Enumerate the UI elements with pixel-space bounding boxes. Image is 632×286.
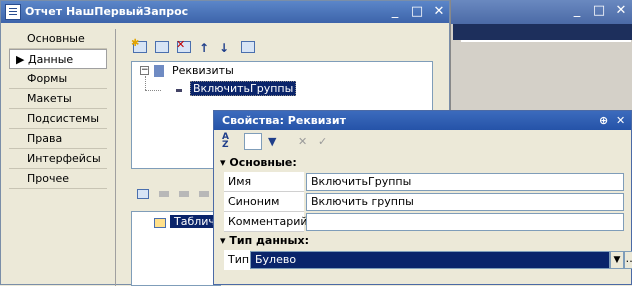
- sidebar-item-label: Подсистемы: [27, 112, 100, 125]
- sidebar-item-subsystems[interactable]: Подсистемы: [9, 109, 107, 129]
- background-window-titlebar: _ □ ✕: [451, 0, 632, 24]
- more-options-icon[interactable]: …: [624, 251, 632, 269]
- property-row-name: Имя ВключитьГруппы: [224, 172, 629, 192]
- move-down-icon[interactable]: ↓: [219, 42, 231, 54]
- triangle-right-icon: ▶: [16, 53, 25, 66]
- move-up-icon[interactable]: ↑: [199, 42, 211, 54]
- property-row-synonym: Синоним Включить группы: [224, 192, 629, 212]
- close-icon[interactable]: ✕: [613, 3, 629, 19]
- tree-line: [145, 76, 146, 90]
- sort-az-icon[interactable]: AZ: [222, 133, 229, 150]
- apply-icon[interactable]: ✓: [318, 135, 327, 148]
- table-icon: [154, 218, 166, 228]
- sidebar-item-main[interactable]: Основные: [9, 29, 107, 49]
- section-main-label: Основные:: [229, 156, 297, 169]
- table-add-icon[interactable]: [137, 189, 149, 199]
- divider: [115, 29, 116, 286]
- sidebar-item-label: Интерфейсы: [27, 152, 101, 165]
- triangle-down-icon: ▾: [220, 234, 226, 247]
- sidebar-item-templates[interactable]: Макеты: [9, 89, 107, 109]
- synonym-field[interactable]: Включить группы: [306, 193, 624, 211]
- sidebar-item-label: Формы: [27, 72, 68, 85]
- delete-icon[interactable]: ✕: [176, 38, 191, 53]
- properties-panel: Свойства: Реквизит ⊕ ✕ AZ ▼ ✕ ✓ ▾ Основн…: [213, 110, 632, 285]
- delete-icon[interactable]: [199, 191, 209, 197]
- sidebar-item-rights[interactable]: Права: [9, 129, 107, 149]
- section-type-label: Тип данных:: [229, 234, 309, 247]
- sidebar-item-label: Макеты: [27, 92, 72, 105]
- properties-toolbar: AZ ▼ ✕ ✓: [218, 133, 418, 151]
- property-label: Синоним: [224, 192, 304, 212]
- triangle-down-icon: ▾: [220, 156, 226, 169]
- type-select[interactable]: Булево: [250, 251, 610, 269]
- sidebar-item-interfaces[interactable]: Интерфейсы: [9, 149, 107, 169]
- properties-title: Свойства: Реквизит: [222, 114, 346, 127]
- property-row-type: Тип Булево ▼ …: [224, 250, 632, 270]
- tabular-parts-tree[interactable]: Табличн: [131, 211, 227, 286]
- add-icon[interactable]: ✱: [131, 38, 147, 53]
- sidebar-item-label: Основные: [27, 32, 85, 45]
- sidebar-item-label: Данные: [28, 53, 74, 66]
- filter-icon[interactable]: ▼: [268, 135, 282, 149]
- maximize-icon[interactable]: □: [409, 4, 425, 20]
- property-label: Имя: [224, 172, 304, 192]
- sidebar-item-other[interactable]: Прочее: [9, 169, 107, 189]
- sort-icon[interactable]: [241, 41, 255, 53]
- collapse-icon[interactable]: −: [140, 66, 149, 75]
- tree-root-label[interactable]: Реквизиты: [172, 64, 234, 77]
- comment-field[interactable]: [306, 213, 624, 231]
- main-window-titlebar[interactable]: Отчет НашПервыйЗапрос _ □ ✕: [1, 1, 449, 23]
- divider: [461, 40, 631, 42]
- sidebar-item-forms[interactable]: Формы: [9, 69, 107, 89]
- section-type[interactable]: ▾ Тип данных:: [220, 233, 309, 249]
- sidebar-item-label: Права: [27, 132, 63, 145]
- window-icon: [5, 4, 21, 20]
- minimize-icon[interactable]: _: [387, 4, 403, 20]
- chevron-down-icon[interactable]: ▼: [610, 251, 624, 269]
- copy-icon[interactable]: [179, 191, 189, 197]
- section-main[interactable]: ▾ Основные:: [220, 155, 297, 171]
- folder-icon: [154, 65, 164, 77]
- copy-icon[interactable]: [155, 41, 169, 53]
- property-label: Тип: [224, 250, 250, 270]
- property-row-comment: Комментарий: [224, 212, 629, 232]
- cancel-icon[interactable]: ✕: [298, 135, 307, 148]
- properties-titlebar[interactable]: Свойства: Реквизит ⊕ ✕: [214, 111, 631, 130]
- minimize-icon[interactable]: _: [569, 3, 585, 19]
- tree-line: [145, 90, 161, 91]
- attribute-icon: [176, 89, 182, 92]
- sidebar-item-label: Прочее: [27, 172, 70, 185]
- add-column-icon[interactable]: [159, 191, 169, 197]
- name-field[interactable]: ВключитьГруппы: [306, 173, 624, 191]
- sidebar-item-data[interactable]: ▶ Данные: [9, 49, 107, 69]
- close-icon[interactable]: ✕: [616, 111, 625, 130]
- property-label: Комментарий: [224, 212, 308, 232]
- pin-icon[interactable]: ⊕: [599, 111, 608, 130]
- categories-icon[interactable]: [244, 133, 262, 150]
- window-title: Отчет НашПервыйЗапрос: [25, 5, 189, 18]
- tree-child-selected[interactable]: ВключитьГруппы: [190, 81, 297, 96]
- toolbar: ✱ ✕ ↑ ↓: [131, 38, 273, 57]
- close-icon[interactable]: ✕: [431, 4, 447, 20]
- maximize-icon[interactable]: □: [591, 3, 607, 19]
- background-window-header-strip: [453, 24, 632, 40]
